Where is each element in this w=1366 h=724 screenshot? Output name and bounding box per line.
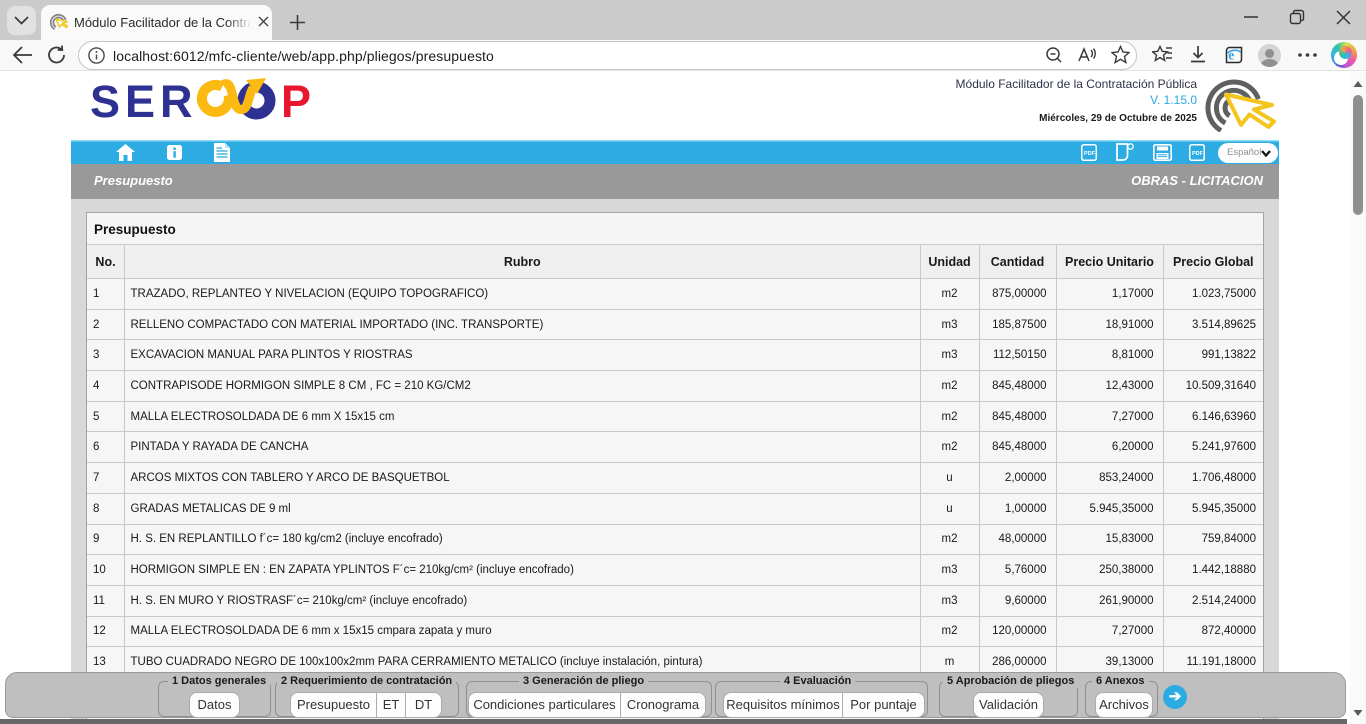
svg-text:SER: SER <box>90 76 198 127</box>
svg-text:PDF: PDF <box>1084 151 1096 157</box>
svg-text:P: P <box>281 76 311 127</box>
svg-text:PDF: PDF <box>1192 151 1204 157</box>
